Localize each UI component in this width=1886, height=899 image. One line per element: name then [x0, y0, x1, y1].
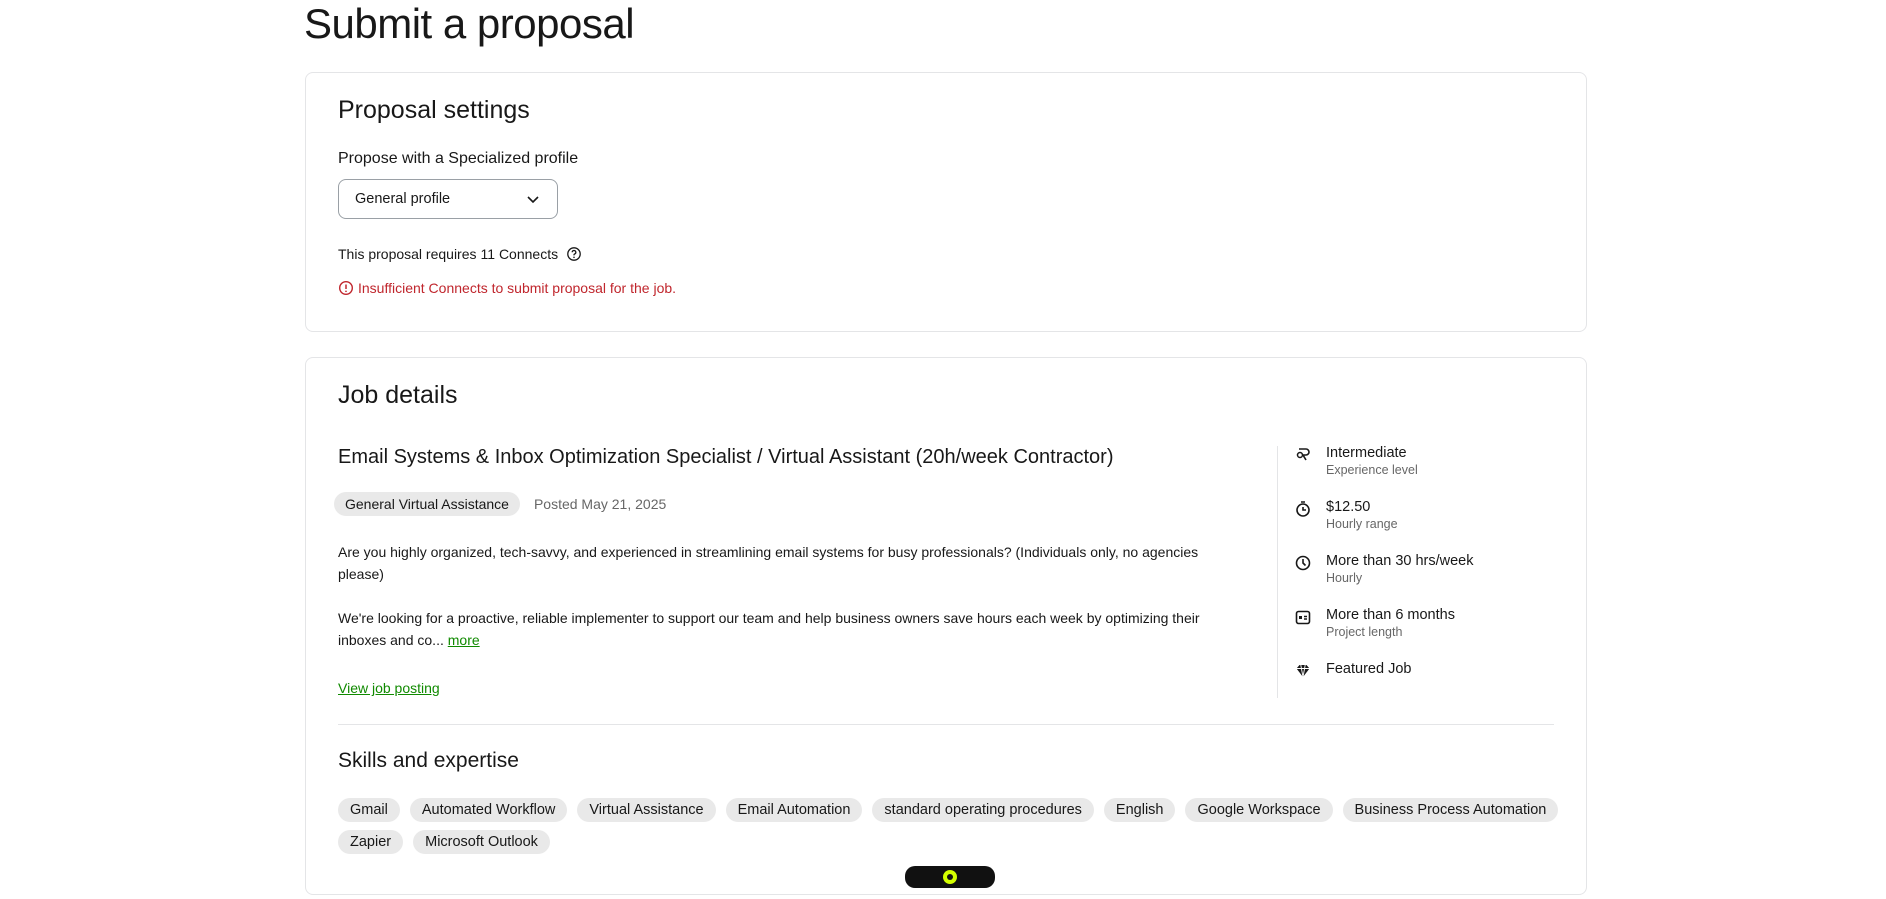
meta-experience-level: Intermediate Experience level [1294, 445, 1418, 477]
job-details-card: Job details Email Systems & Inbox Optimi… [305, 357, 1587, 895]
proposal-settings-heading: Proposal settings [338, 96, 530, 124]
insufficient-connects-error: Insufficient Connects to submit proposal… [338, 280, 676, 296]
specialized-profile-label: Propose with a Specialized profile [338, 150, 579, 167]
meta-hourly-range: $12.50 Hourly range [1294, 499, 1398, 531]
skill-chip[interactable]: Gmail [338, 798, 400, 822]
job-description-paragraph: Are you highly organized, tech-savvy, an… [338, 544, 1199, 582]
job-details-heading: Job details [338, 381, 458, 409]
profile-select-value: General profile [355, 191, 451, 207]
skill-chip[interactable]: Microsoft Outlook [413, 830, 550, 854]
chevron-down-icon [527, 196, 539, 204]
meta-value: Intermediate [1326, 445, 1407, 461]
connects-requirement: This proposal requires 11 Connects [338, 246, 582, 262]
job-description-paragraph: We're looking for a proactive, reliable … [338, 607, 1218, 651]
meta-hours-per-week: More than 30 hrs/week Hourly [1294, 553, 1474, 585]
meta-label: Hourly [1326, 571, 1363, 585]
meta-value: More than 30 hrs/week [1326, 553, 1474, 569]
alert-icon [338, 280, 354, 296]
posted-date: Posted May 21, 2025 [533, 496, 667, 512]
meta-value: More than 6 months [1326, 607, 1455, 623]
connects-text: This proposal requires [338, 246, 477, 262]
meta-label: Project length [1326, 625, 1403, 639]
proposal-settings-card: Proposal settings Propose with a Special… [305, 72, 1587, 332]
widget-icon [943, 870, 957, 884]
skill-chip[interactable]: standard operating procedures [872, 798, 1094, 822]
skills-heading: Skills and expertise [338, 749, 519, 772]
meta-value: Featured Job [1326, 661, 1412, 677]
help-icon[interactable] [566, 246, 582, 262]
skill-chip[interactable]: Automated Workflow [409, 798, 568, 822]
skill-chip[interactable]: Email Automation [725, 798, 863, 822]
meta-project-length: More than 6 months Project length [1294, 607, 1455, 639]
job-title: Email Systems & Inbox Optimization Speci… [338, 446, 1114, 468]
meta-label: Experience level [1326, 463, 1418, 477]
experience-level-icon [1296, 448, 1310, 461]
section-divider [338, 724, 1554, 725]
skills-list: Gmail Automated Workflow Virtual Assista… [338, 798, 1568, 854]
view-job-posting-link[interactable]: View job posting [338, 680, 440, 696]
profile-select[interactable]: General profile [338, 179, 558, 219]
skill-chip[interactable]: Business Process Automation [1342, 798, 1559, 822]
hourly-range-icon [1296, 501, 1310, 517]
meta-label: Hourly range [1326, 517, 1398, 531]
meta-value: $12.50 [1326, 499, 1371, 515]
vertical-divider [1277, 446, 1278, 698]
skill-chip[interactable]: Google Workspace [1185, 798, 1333, 822]
more-link[interactable]: more [448, 632, 480, 648]
skill-chip[interactable]: English [1103, 798, 1176, 822]
skill-chip[interactable]: Virtual Assistance [577, 798, 716, 822]
category-badge: General Virtual Assistance [334, 492, 520, 516]
error-text: Insufficient Connects to submit proposal… [358, 280, 677, 296]
calendar-icon [1295, 610, 1311, 625]
meta-featured-job: Featured Job [1294, 661, 1411, 680]
page-title: Submit a proposal [304, 0, 635, 47]
floating-widget-button[interactable] [905, 866, 995, 888]
diamond-icon [1296, 664, 1310, 678]
skill-chip[interactable]: Zapier [338, 830, 404, 854]
clock-icon [1295, 555, 1311, 571]
connects-value: 11 Connects [480, 246, 559, 262]
job-category-row: General Virtual Assistance Posted May 21… [334, 492, 666, 516]
